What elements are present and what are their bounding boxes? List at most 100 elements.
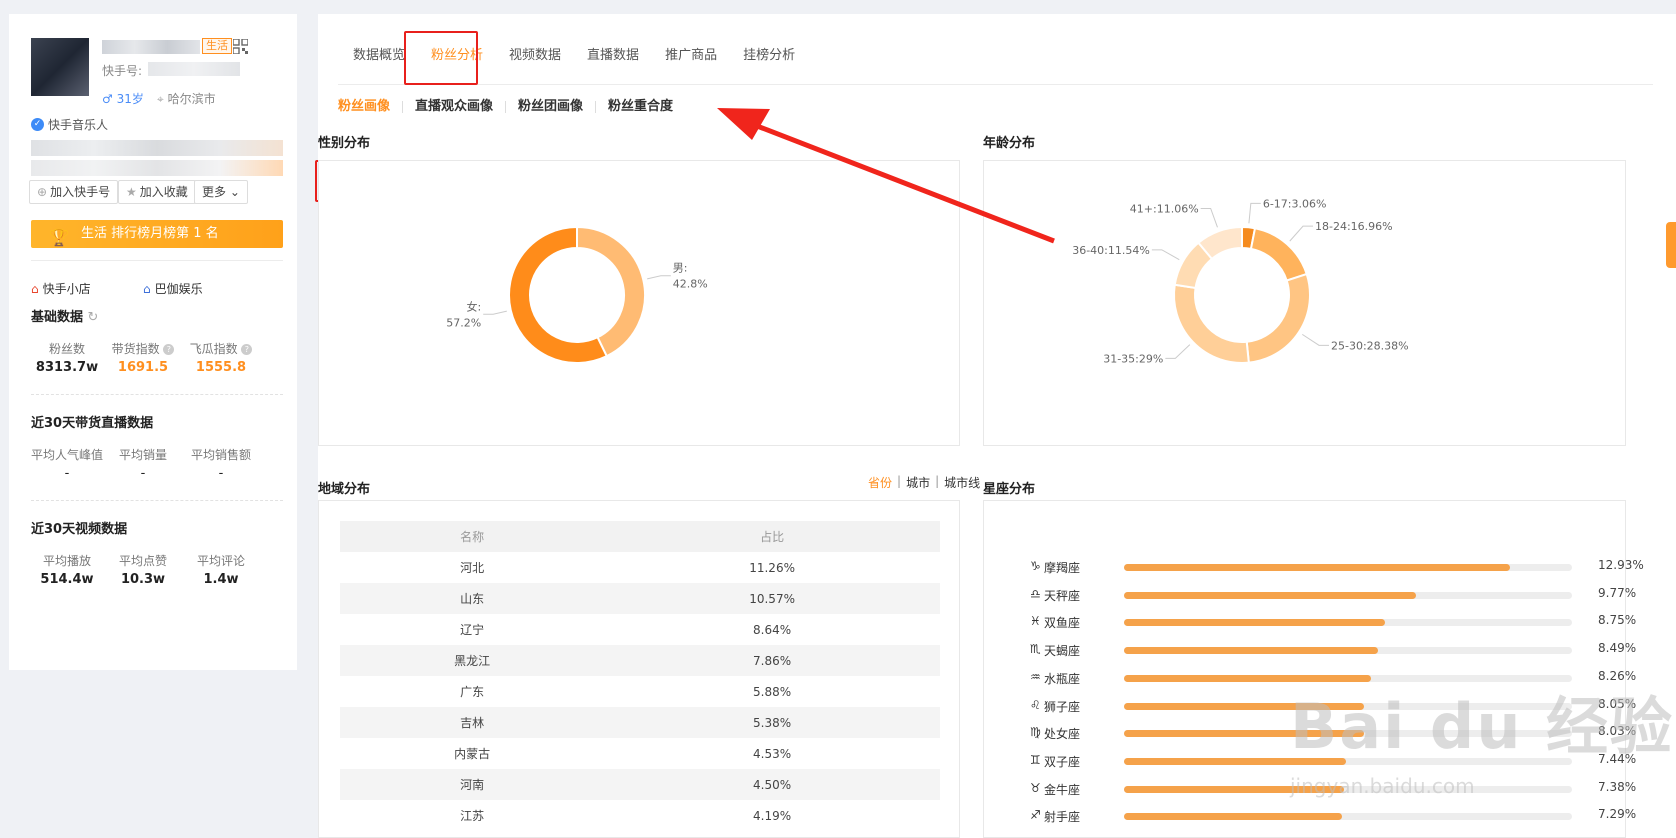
verified-badge: ✓ 快手音乐人	[31, 116, 108, 133]
zodiac-label: 天秤座	[1044, 588, 1081, 603]
age-label-line	[1302, 333, 1330, 346]
watermark-logo: Bai du 经验	[1290, 690, 1675, 763]
avg-sales-label: 平均销量	[118, 448, 167, 462]
table-row: 吉林 5.38%	[340, 707, 940, 738]
help-icon[interactable]: ?	[163, 344, 175, 355]
zodiac-sign-icon: ♉	[1030, 780, 1041, 795]
age-slice[interactable]	[1249, 227, 1308, 282]
shop-link[interactable]: ⌂ 快手小店	[31, 280, 91, 297]
fans-label: 粉丝数	[48, 342, 85, 356]
verified-check-icon: ✓	[31, 118, 44, 131]
help-icon[interactable]: ?	[241, 344, 253, 355]
age-value-label: 25-30:28.38%	[1331, 339, 1409, 352]
sales-index-value: 1691.5	[117, 360, 169, 375]
zodiac-bar-track	[1124, 564, 1572, 571]
tab-highlight-box	[404, 31, 478, 85]
age-slice[interactable]	[1245, 272, 1311, 364]
zodiac-row: ♏ 天蝎座 8.49%	[1030, 641, 1636, 659]
table-row: 河北 11.26%	[340, 552, 940, 583]
zodiac-sign-icon: ♌	[1030, 697, 1041, 712]
tab-video-data[interactable]: 视频数据	[496, 36, 574, 76]
region-name-cell: 河北	[460, 561, 485, 575]
gender-age: ♂ 31岁	[102, 92, 144, 106]
tab-promoted-goods[interactable]: 推广商品	[652, 36, 730, 76]
gender-label: 男:	[673, 262, 688, 275]
region-share-cell: 8.64%	[753, 622, 792, 637]
tab-live-data[interactable]: 直播数据	[574, 36, 652, 76]
switch-city[interactable]: 城市	[906, 474, 930, 491]
subtab-fan-portrait[interactable]: 粉丝画像	[326, 97, 402, 117]
avg-sales-value: -	[140, 466, 146, 481]
avg-peak-value: -	[64, 466, 70, 481]
tab-rank-analysis[interactable]: 挂榜分析	[730, 36, 808, 76]
age-slice[interactable]	[1173, 283, 1250, 364]
star-icon: ★	[126, 185, 137, 199]
qr-code-icon[interactable]	[233, 39, 248, 54]
zodiac-bar[interactable]	[1124, 591, 1416, 599]
bio-blurred-2	[31, 160, 283, 176]
zodiac-bar[interactable]	[1124, 619, 1386, 627]
zodiac-label: 双鱼座	[1044, 616, 1081, 631]
divider	[31, 394, 283, 395]
zodiac-bar-track	[1124, 813, 1572, 821]
chevron-down-icon: ⌄	[229, 185, 240, 199]
age-donut-chart: 6-17:3.06% 18-24:16.96% 25-30:28.38% 31-35:…	[1072, 197, 1409, 365]
region-share-cell: 5.38%	[604, 707, 940, 738]
avg-revenue-label: 平均销售额	[190, 448, 251, 462]
org-link[interactable]: ⌂ 巴伽娱乐	[143, 280, 203, 297]
zodiac-sign-icon: ♎	[1030, 586, 1041, 601]
subtab-fan-group[interactable]: 粉丝团画像	[506, 97, 595, 117]
feigua-index-value: 1555.8	[195, 360, 247, 375]
more-button[interactable]: 更多 ⌄	[194, 180, 248, 204]
zodiac-bar-track	[1124, 619, 1572, 627]
zodiac-sign-icon: ♑	[1030, 559, 1041, 573]
subtab-live-audience[interactable]: 直播观众画像	[403, 97, 505, 117]
store-icon: ⌂	[31, 281, 39, 296]
zodiac-row: ♎ 天秤座 9.77%	[1030, 586, 1636, 603]
zodiac-value-label: 7.38%	[1598, 779, 1637, 794]
region-share-cell: 5.88%	[753, 684, 792, 699]
table-row: 广东 5.88%	[340, 676, 940, 707]
zodiac-bar[interactable]	[1124, 647, 1378, 655]
avg-peak-label: 平均人气峰值	[30, 448, 103, 462]
refresh-icon[interactable]: ↻	[88, 310, 99, 325]
col-share: 占比	[604, 521, 940, 552]
zodiac-bar[interactable]	[1124, 813, 1342, 821]
sales-index-label-text: 带货指数	[111, 342, 160, 356]
profile-panel: 生活 快手号: ♂ 31岁 ⌖ 哈尔滨市 ✓ 快手音乐人 ⊕ 加入快手号 ★ 加入收…	[9, 14, 297, 670]
switch-sep: |	[935, 474, 940, 488]
avg-plays-label: 平均播放	[42, 554, 91, 568]
zodiac-label: 水瓶座	[1044, 671, 1081, 686]
shop-label: 快手小店	[42, 282, 91, 296]
add-favorite-label: 加入收藏	[139, 185, 188, 199]
zodiac-bar-track	[1124, 647, 1572, 655]
age-title: 年龄分布	[983, 136, 1036, 151]
switch-city-tier[interactable]: 城市线	[944, 474, 980, 491]
zodiac-value-label: 8.75%	[1598, 613, 1637, 628]
side-feedback-tab[interactable]	[1666, 222, 1676, 268]
gender-chart-box: 男: 42.8% 女: 57.2%	[318, 160, 960, 446]
region-name-cell: 广东	[460, 685, 485, 699]
table-row: 山东 10.57%	[340, 583, 940, 614]
age-chart-box: 6-17:3.06% 18-24:16.96% 25-30:28.38% 31-35:…	[983, 160, 1626, 446]
region-share-cell: 10.57%	[604, 583, 940, 614]
gender-slice[interactable]	[576, 225, 646, 358]
add-kuaishou-button[interactable]: ⊕ 加入快手号	[29, 180, 119, 204]
region-table-box: 名称 占比 河北 11.26% 山东 10.57% 辽宁 8.64% 黑龙江 7.86% 广东 5…	[318, 500, 960, 838]
zodiac-value-label: 9.77%	[1598, 585, 1637, 600]
zodiac-bar[interactable]	[1124, 564, 1511, 571]
gender-donut-chart: 男: 42.8% 女: 57.2%	[446, 225, 708, 364]
plus-circle-icon: ⊕	[37, 185, 48, 199]
location-pin-icon: ⌖	[157, 92, 164, 106]
zodiac-label: 天蝎座	[1044, 644, 1081, 659]
subtab-fan-overlap[interactable]: 粉丝重合度	[596, 97, 685, 117]
table-row: 辽宁 8.64%	[340, 614, 940, 645]
zodiac-label: 摩羯座	[1044, 561, 1081, 575]
switch-province[interactable]: 省份	[868, 474, 892, 491]
gender-value-label: 42.8%	[673, 278, 708, 291]
avatar[interactable]	[31, 38, 89, 96]
avg-likes-value: 10.3w	[120, 572, 166, 587]
add-favorite-button[interactable]: ★ 加入收藏	[118, 180, 196, 204]
rank-banner[interactable]: 🏆 生活 排行榜月榜第 1 名	[31, 220, 283, 248]
zodiac-sign-icon: ♊	[1030, 752, 1041, 767]
